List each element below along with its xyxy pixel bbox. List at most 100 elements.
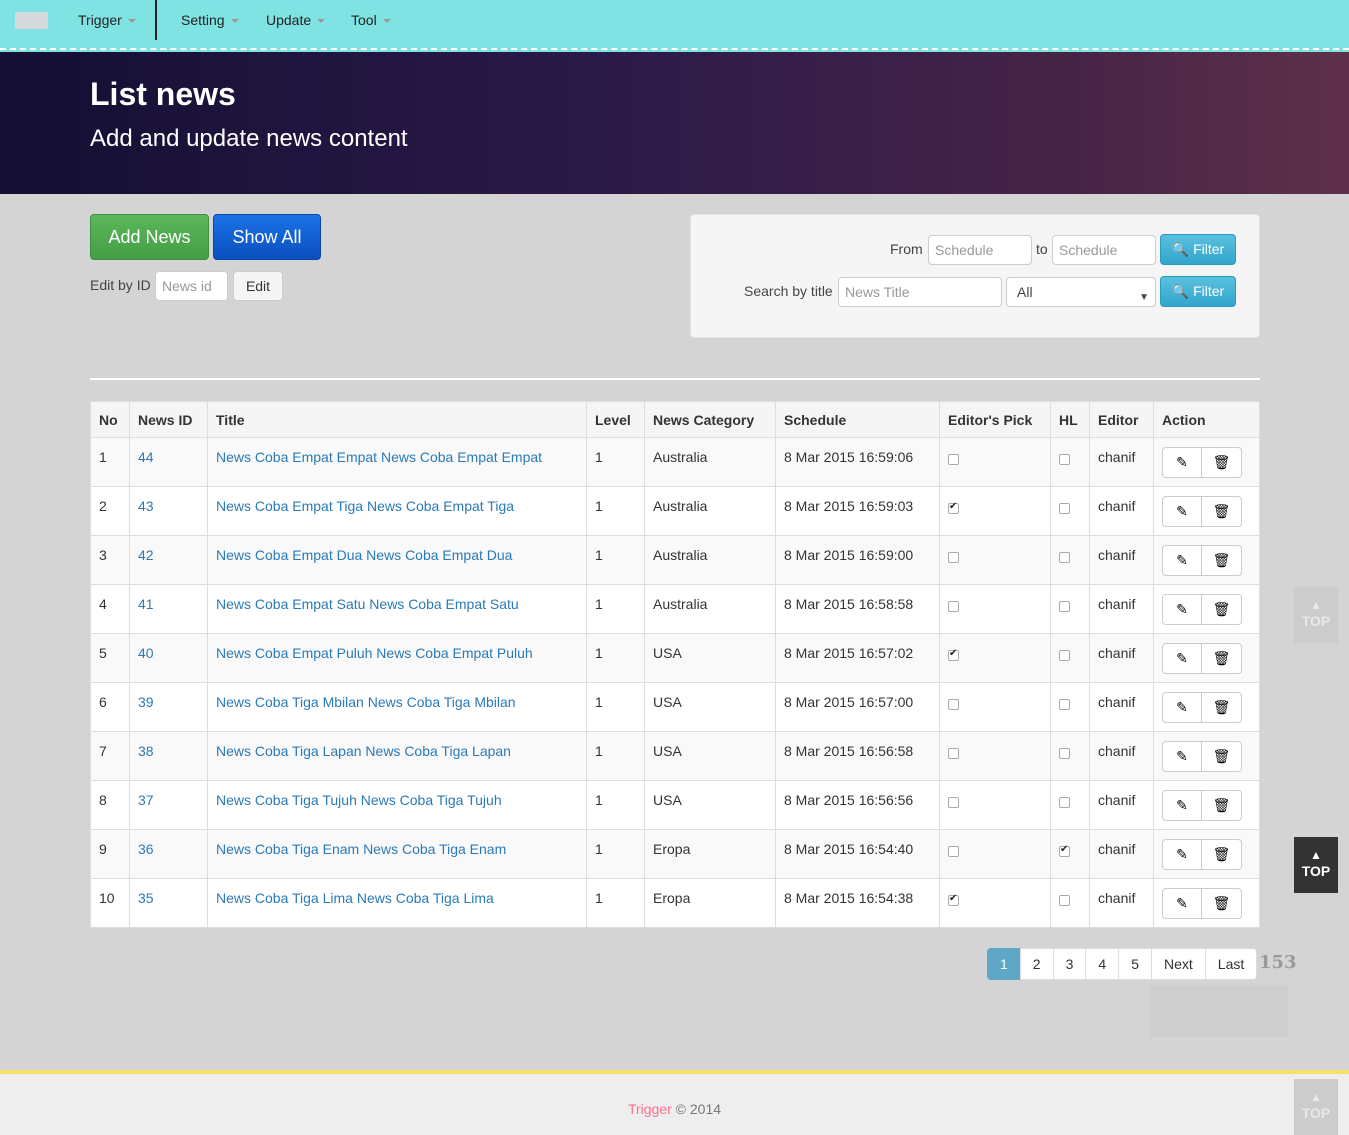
- show-all-button[interactable]: Show All: [213, 214, 321, 260]
- delete-trash-icon[interactable]: 🗑: [1202, 594, 1242, 625]
- col-news-category[interactable]: News Category: [644, 401, 776, 438]
- delete-trash-icon[interactable]: 🗑: [1202, 888, 1242, 919]
- to-schedule-input[interactable]: Schedule: [1052, 235, 1156, 265]
- edit-pencil-icon[interactable]: ✎: [1162, 839, 1202, 870]
- news-title-link[interactable]: News Coba Tiga Tujuh News Coba Tiga Tuju…: [216, 792, 502, 808]
- hl-checkbox[interactable]: [1059, 748, 1070, 759]
- row-schedule: 8 Mar 2015 16:56:58: [775, 731, 940, 781]
- news-title-link[interactable]: News Coba Empat Puluh News Coba Empat Pu…: [216, 645, 533, 661]
- news-title-link[interactable]: News Coba Empat Satu News Coba Empat Sat…: [216, 596, 519, 612]
- page-4[interactable]: 4: [1085, 948, 1120, 980]
- news-title-link[interactable]: News Coba Tiga Lima News Coba Tiga Lima: [216, 890, 494, 906]
- scroll-top-button[interactable]: ▲ TOP: [1294, 837, 1338, 893]
- table-row: 6 39 News Coba Tiga Mbilan News Coba Tiga …: [90, 682, 1260, 732]
- delete-trash-icon[interactable]: 🗑: [1202, 790, 1242, 821]
- news-id-link[interactable]: 39: [138, 694, 154, 710]
- delete-trash-icon[interactable]: 🗑: [1202, 496, 1242, 527]
- editors-pick-checkbox[interactable]: [948, 699, 959, 710]
- hl-checkbox[interactable]: [1059, 601, 1070, 612]
- news-id-link[interactable]: 35: [138, 890, 154, 906]
- nav-trigger[interactable]: Trigger: [78, 12, 136, 28]
- editors-pick-checkbox[interactable]: [948, 797, 959, 808]
- category-select[interactable]: All ▼: [1006, 277, 1156, 307]
- news-id-input[interactable]: News id: [155, 271, 228, 301]
- news-id-link[interactable]: 44: [138, 449, 154, 465]
- news-id-link[interactable]: 38: [138, 743, 154, 759]
- row-action: ✎ 🗑: [1153, 829, 1260, 879]
- row-title: News Coba Empat Empat News Coba Empat Em…: [207, 437, 587, 487]
- nav-setting[interactable]: Setting: [181, 12, 239, 28]
- news-id-link[interactable]: 41: [138, 596, 154, 612]
- col-editor[interactable]: Editor: [1089, 401, 1154, 438]
- edit-pencil-icon[interactable]: ✎: [1162, 496, 1202, 527]
- edit-pencil-icon[interactable]: ✎: [1162, 741, 1202, 772]
- add-news-button[interactable]: Add News: [90, 214, 209, 260]
- delete-trash-icon[interactable]: 🗑: [1202, 692, 1242, 723]
- hl-checkbox[interactable]: [1059, 650, 1070, 661]
- delete-trash-icon[interactable]: 🗑: [1202, 447, 1242, 478]
- edit-pencil-icon[interactable]: ✎: [1162, 545, 1202, 576]
- footer-brand-link[interactable]: Trigger: [628, 1101, 672, 1117]
- delete-trash-icon[interactable]: 🗑: [1202, 741, 1242, 772]
- editors-pick-checkbox[interactable]: [948, 893, 959, 906]
- news-title-link[interactable]: News Coba Empat Tiga News Coba Empat Tig…: [216, 498, 514, 514]
- from-schedule-input[interactable]: Schedule: [928, 235, 1032, 265]
- title-filter-button[interactable]: 🔍 Filter: [1160, 276, 1236, 307]
- edit-button[interactable]: Edit: [233, 271, 283, 301]
- title-search-input[interactable]: News Title: [838, 277, 1002, 307]
- news-id-link[interactable]: 42: [138, 547, 154, 563]
- page-last[interactable]: Last: [1204, 948, 1258, 980]
- news-id-link[interactable]: 37: [138, 792, 154, 808]
- news-title-link[interactable]: News Coba Empat Empat News Coba Empat Em…: [216, 449, 542, 465]
- editors-pick-checkbox[interactable]: [948, 454, 959, 465]
- edit-pencil-icon[interactable]: ✎: [1162, 447, 1202, 478]
- edit-pencil-icon[interactable]: ✎: [1162, 790, 1202, 821]
- brand-logo[interactable]: [15, 12, 48, 29]
- col-title[interactable]: Title: [207, 401, 587, 438]
- page-2[interactable]: 2: [1019, 948, 1054, 980]
- date-filter-button[interactable]: 🔍 Filter: [1160, 234, 1236, 265]
- delete-trash-icon[interactable]: 🗑: [1202, 545, 1242, 576]
- hl-checkbox[interactable]: [1059, 895, 1070, 906]
- page-3[interactable]: 3: [1052, 948, 1087, 980]
- editors-pick-checkbox[interactable]: [948, 846, 959, 857]
- news-title-link[interactable]: News Coba Empat Dua News Coba Empat Dua: [216, 547, 512, 563]
- col-hl[interactable]: HL: [1050, 401, 1090, 438]
- hl-checkbox[interactable]: [1059, 844, 1070, 857]
- delete-trash-icon[interactable]: 🗑: [1202, 643, 1242, 674]
- page-1[interactable]: 1: [987, 948, 1021, 980]
- col-news-id[interactable]: News ID: [129, 401, 208, 438]
- scroll-top-button-footer[interactable]: ▲ TOP: [1294, 1079, 1338, 1135]
- news-id-link[interactable]: 40: [138, 645, 154, 661]
- col-no[interactable]: No: [90, 401, 130, 438]
- editors-pick-checkbox[interactable]: [948, 601, 959, 612]
- col-schedule[interactable]: Schedule: [775, 401, 940, 438]
- editors-pick-checkbox[interactable]: [948, 748, 959, 759]
- scroll-top-button-faded[interactable]: ▲ TOP: [1294, 587, 1338, 643]
- col-level[interactable]: Level: [586, 401, 645, 438]
- news-id-link[interactable]: 36: [138, 841, 154, 857]
- edit-pencil-icon[interactable]: ✎: [1162, 594, 1202, 625]
- col-editors-pick[interactable]: Editor's Pick: [939, 401, 1051, 438]
- page-next[interactable]: Next: [1150, 948, 1206, 980]
- hl-checkbox[interactable]: [1059, 503, 1070, 514]
- hl-checkbox[interactable]: [1059, 454, 1070, 465]
- row-schedule: 8 Mar 2015 16:59:00: [775, 535, 940, 585]
- edit-pencil-icon[interactable]: ✎: [1162, 888, 1202, 919]
- news-id-link[interactable]: 43: [138, 498, 154, 514]
- page-5[interactable]: 5: [1118, 948, 1152, 980]
- nav-tool[interactable]: Tool: [351, 12, 391, 28]
- hl-checkbox[interactable]: [1059, 699, 1070, 710]
- hl-checkbox[interactable]: [1059, 797, 1070, 808]
- nav-update[interactable]: Update: [266, 12, 326, 28]
- delete-trash-icon[interactable]: 🗑: [1202, 839, 1242, 870]
- edit-pencil-icon[interactable]: ✎: [1162, 643, 1202, 674]
- editors-pick-checkbox[interactable]: [948, 648, 959, 661]
- edit-pencil-icon[interactable]: ✎: [1162, 692, 1202, 723]
- hl-checkbox[interactable]: [1059, 552, 1070, 563]
- editors-pick-checkbox[interactable]: [948, 501, 959, 514]
- news-title-link[interactable]: News Coba Tiga Enam News Coba Tiga Enam: [216, 841, 506, 857]
- news-title-link[interactable]: News Coba Tiga Mbilan News Coba Tiga Mbi…: [216, 694, 516, 710]
- news-title-link[interactable]: News Coba Tiga Lapan News Coba Tiga Lapa…: [216, 743, 511, 759]
- editors-pick-checkbox[interactable]: [948, 552, 959, 563]
